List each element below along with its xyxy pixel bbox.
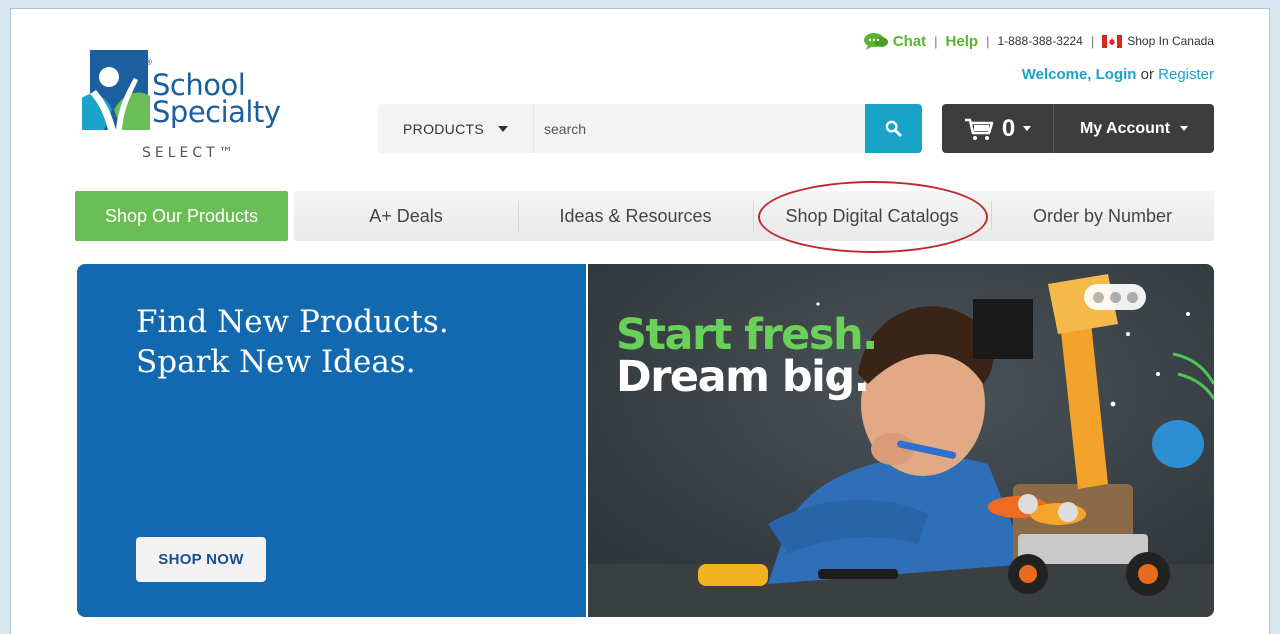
help-link[interactable]: Help <box>946 33 979 50</box>
login-link[interactable]: Welcome, Login <box>1022 66 1137 83</box>
utility-bar: Chat | Help | 1-888-388-3224 | Shop In C… <box>863 31 1214 51</box>
hero-headline-line2: Spark New Ideas. <box>136 344 416 380</box>
welcome-or-text: or <box>1136 66 1159 83</box>
logo-select-label: SELECT™ <box>142 145 237 161</box>
search-category-label: PRODUCTS <box>403 120 484 137</box>
logo-figure-icon <box>82 50 150 130</box>
cart-count: 0 <box>1001 114 1016 142</box>
my-account-label: My Account <box>1079 119 1171 137</box>
hero-banner-image[interactable]: Start fresh. Dream big. <box>588 264 1214 617</box>
shop-in-canada-link[interactable]: Shop In Canada <box>1127 34 1214 48</box>
carousel-dot[interactable] <box>1126 291 1138 303</box>
search-input[interactable] <box>534 104 865 153</box>
main-nav: Shop Our Products A+ Deals Ideas & Resou… <box>75 191 1214 241</box>
search-bar: PRODUCTS <box>378 104 922 153</box>
hero-promo-panel: Find New Products. Spark New Ideas. SHOP… <box>77 264 586 617</box>
cart-button[interactable]: 0 <box>942 104 1054 153</box>
nav-tab-order-by-number[interactable]: Order by Number <box>991 191 1214 241</box>
separator: | <box>986 33 990 49</box>
search-icon <box>885 120 902 137</box>
nav-tab-a-plus-deals[interactable]: A+ Deals <box>294 191 518 241</box>
cart-account-bar: 0 My Account <box>942 104 1214 153</box>
shop-our-products-button[interactable]: Shop Our Products <box>75 191 288 241</box>
cart-icon <box>964 118 994 140</box>
carousel-dot[interactable] <box>1109 291 1121 303</box>
nav-tab-shop-digital-catalogs[interactable]: Shop Digital Catalogs <box>753 191 991 241</box>
caret-down-icon <box>497 125 508 132</box>
logo-registered-mark: ® <box>144 58 153 68</box>
hero-headline-line1: Find New Products. <box>136 304 449 340</box>
hero-headline: Find New Products. Spark New Ideas. <box>136 302 449 382</box>
separator: | <box>934 33 938 49</box>
shop-now-button[interactable]: SHOP NOW <box>136 537 266 582</box>
promo-dream-big: Dream big. <box>616 352 870 402</box>
welcome-login-bar: Welcome, Login or Register <box>1022 66 1214 83</box>
canada-flag-icon[interactable] <box>1102 34 1123 48</box>
caret-down-icon <box>1180 126 1189 131</box>
caret-down-icon <box>1023 126 1032 131</box>
chat-bubble-icon[interactable] <box>863 32 889 50</box>
separator: | <box>1090 33 1095 49</box>
chat-link[interactable]: Chat <box>893 33 926 50</box>
search-category-dropdown[interactable]: PRODUCTS <box>378 104 534 153</box>
register-link[interactable]: Register <box>1158 66 1214 83</box>
search-button[interactable] <box>865 104 922 153</box>
phone-number: 1-888-388-3224 <box>997 34 1083 48</box>
nav-tabs: A+ Deals Ideas & Resources Shop Digital … <box>294 191 1214 241</box>
nav-tab-ideas-resources[interactable]: Ideas & Resources <box>518 191 753 241</box>
carousel-indicator[interactable] <box>1084 284 1146 310</box>
carousel-dot[interactable] <box>1092 291 1104 303</box>
logo-wordmark: ® School Specialty <box>144 58 281 129</box>
school-specialty-logo[interactable]: ® School Specialty SELECT™ <box>82 50 302 165</box>
logo-line-specialty: Specialty <box>152 95 281 129</box>
my-account-button[interactable]: My Account <box>1054 120 1214 138</box>
